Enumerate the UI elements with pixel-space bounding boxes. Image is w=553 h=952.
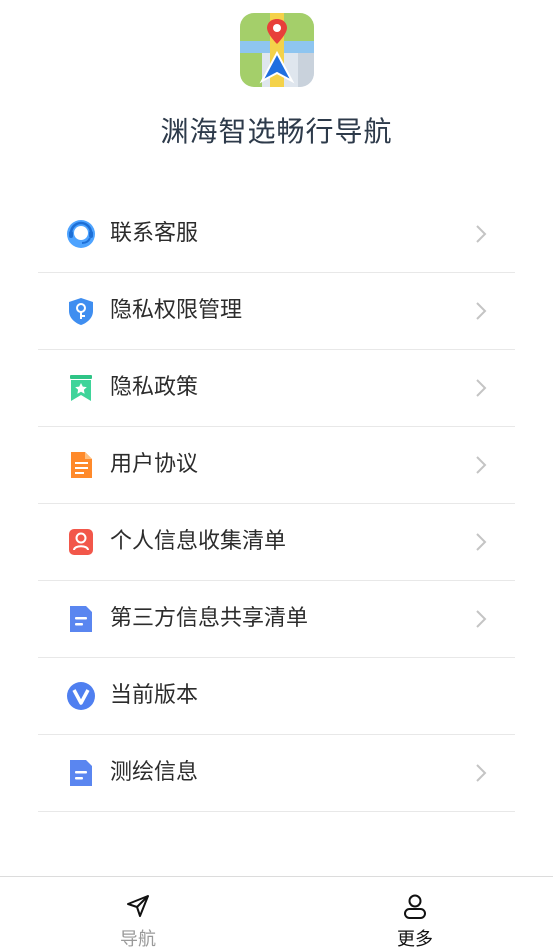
person-icon: [404, 894, 426, 919]
person-card-icon: [69, 529, 93, 555]
file-lines-icon: [70, 606, 92, 632]
menu-item-privacy-policy[interactable]: 隐私政策: [38, 350, 515, 427]
chevron-right-icon: [476, 225, 487, 243]
bookmark-star-icon: [70, 375, 92, 401]
menu-item-label: 第三方信息共享清单: [110, 606, 309, 631]
menu-item-label: 测绘信息: [110, 760, 199, 785]
app-title: 渊海智选畅行导航: [160, 115, 393, 148]
menu-item-customer-service[interactable]: 联系客服: [38, 196, 515, 273]
menu-item-label: 当前版本: [110, 683, 199, 708]
tab-more[interactable]: 更多: [355, 877, 475, 952]
privacy-shield-icon: [69, 298, 93, 325]
settings-menu: 联系客服 隐私权限管理 隐私政策 用户协议 个人信息收集清单 第三方信息共享清单…: [38, 196, 515, 812]
menu-item-third-party-sharing[interactable]: 第三方信息共享清单: [38, 581, 515, 658]
tab-navigation[interactable]: 导航: [78, 877, 198, 952]
menu-item-current-version[interactable]: 当前版本: [38, 658, 515, 735]
menu-item-surveying-info[interactable]: 测绘信息: [38, 735, 515, 812]
menu-item-personal-info-collection[interactable]: 个人信息收集清单: [38, 504, 515, 581]
chevron-right-icon: [476, 456, 487, 474]
menu-item-label: 个人信息收集清单: [110, 529, 287, 554]
chevron-right-icon: [476, 379, 487, 397]
menu-item-label: 隐私权限管理: [110, 298, 243, 323]
tab-label: 导航: [120, 929, 156, 950]
menu-item-privacy-permissions[interactable]: 隐私权限管理: [38, 273, 515, 350]
app-header: 渊海智选畅行导航: [0, 0, 553, 190]
menu-item-label: 用户协议: [110, 452, 199, 477]
document-icon: [71, 452, 92, 478]
menu-item-label: 隐私政策: [110, 375, 199, 400]
customer-service-icon: [67, 220, 95, 248]
navigation-arrow-icon: [127, 895, 149, 917]
menu-item-label: 联系客服: [110, 221, 199, 246]
tab-label: 更多: [397, 929, 433, 950]
chevron-right-icon: [476, 302, 487, 320]
version-v-icon: [67, 682, 95, 710]
file-lines-icon: [70, 760, 92, 786]
menu-item-user-agreement[interactable]: 用户协议: [38, 427, 515, 504]
bottom-tab-bar: 导航 更多: [0, 876, 553, 952]
chevron-right-icon: [476, 610, 487, 628]
app-logo-map-icon: [240, 13, 314, 87]
chevron-right-icon: [476, 533, 487, 551]
chevron-right-icon: [476, 764, 487, 782]
